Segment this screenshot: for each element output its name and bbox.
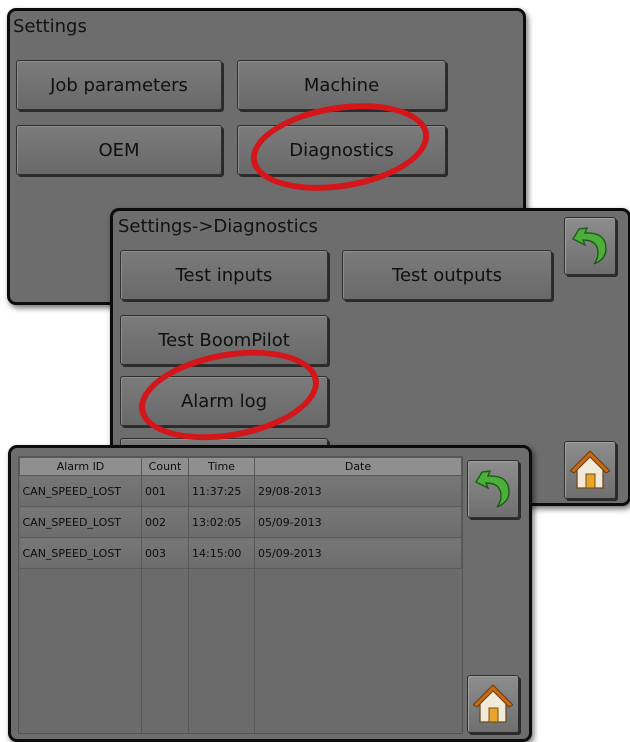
table-row[interactable]: CAN_SPEED_LOST 001 11:37:25 29/08-2013 <box>19 475 462 507</box>
column-header-time: Time <box>188 457 255 476</box>
home-button[interactable] <box>564 441 616 499</box>
alarm-log-table-area: Alarm ID Count Time Date CAN_SPEED_LOST … <box>18 456 463 734</box>
count-cell: 002 <box>141 506 189 538</box>
test-inputs-button[interactable]: Test inputs <box>120 250 328 300</box>
alarm-log-panel: Alarm ID Count Time Date CAN_SPEED_LOST … <box>8 445 532 742</box>
date-cell: 05/09-2013 <box>254 506 462 538</box>
count-cell: 003 <box>141 537 189 569</box>
time-cell: 13:02:05 <box>188 506 255 538</box>
alarm-log-header-row: Alarm ID Count Time Date <box>19 457 462 476</box>
time-cell: 11:37:25 <box>188 475 255 507</box>
column-divider <box>141 475 142 733</box>
home-icon <box>473 684 513 723</box>
back-arrow-icon <box>572 227 607 265</box>
column-divider <box>188 475 189 733</box>
settings-title: Settings <box>13 16 87 37</box>
time-cell: 14:15:00 <box>188 537 255 569</box>
oem-button[interactable]: OEM <box>16 125 222 175</box>
diagnostics-title: Settings->Diagnostics <box>118 216 318 237</box>
job-parameters-button[interactable]: Job parameters <box>16 60 222 110</box>
test-boompilot-button[interactable]: Test BoomPilot <box>120 315 328 365</box>
table-row[interactable]: CAN_SPEED_LOST 003 14:15:00 05/09-2013 <box>19 537 462 569</box>
machine-button[interactable]: Machine <box>237 60 446 110</box>
home-button[interactable] <box>467 675 519 733</box>
date-cell: 05/09-2013 <box>254 537 462 569</box>
column-header-date: Date <box>254 457 462 476</box>
column-header-alarm-id: Alarm ID <box>19 457 142 476</box>
back-button[interactable] <box>467 460 519 518</box>
column-divider <box>254 475 255 733</box>
count-cell: 001 <box>141 475 189 507</box>
home-icon <box>570 450 610 489</box>
table-row[interactable]: CAN_SPEED_LOST 002 13:02:05 05/09-2013 <box>19 506 462 538</box>
diagnostics-button[interactable]: Diagnostics <box>237 125 446 175</box>
date-cell: 29/08-2013 <box>254 475 462 507</box>
back-arrow-icon <box>475 470 510 508</box>
alarm-log-table: Alarm ID Count Time Date CAN_SPEED_LOST … <box>19 457 462 569</box>
alarm-id-cell: CAN_SPEED_LOST <box>19 475 142 507</box>
alarm-id-cell: CAN_SPEED_LOST <box>19 537 142 569</box>
test-outputs-button[interactable]: Test outputs <box>342 250 552 300</box>
alarm-id-cell: CAN_SPEED_LOST <box>19 506 142 538</box>
column-header-count: Count <box>141 457 189 476</box>
alarm-log-button[interactable]: Alarm log <box>120 376 328 426</box>
back-button[interactable] <box>564 217 616 275</box>
